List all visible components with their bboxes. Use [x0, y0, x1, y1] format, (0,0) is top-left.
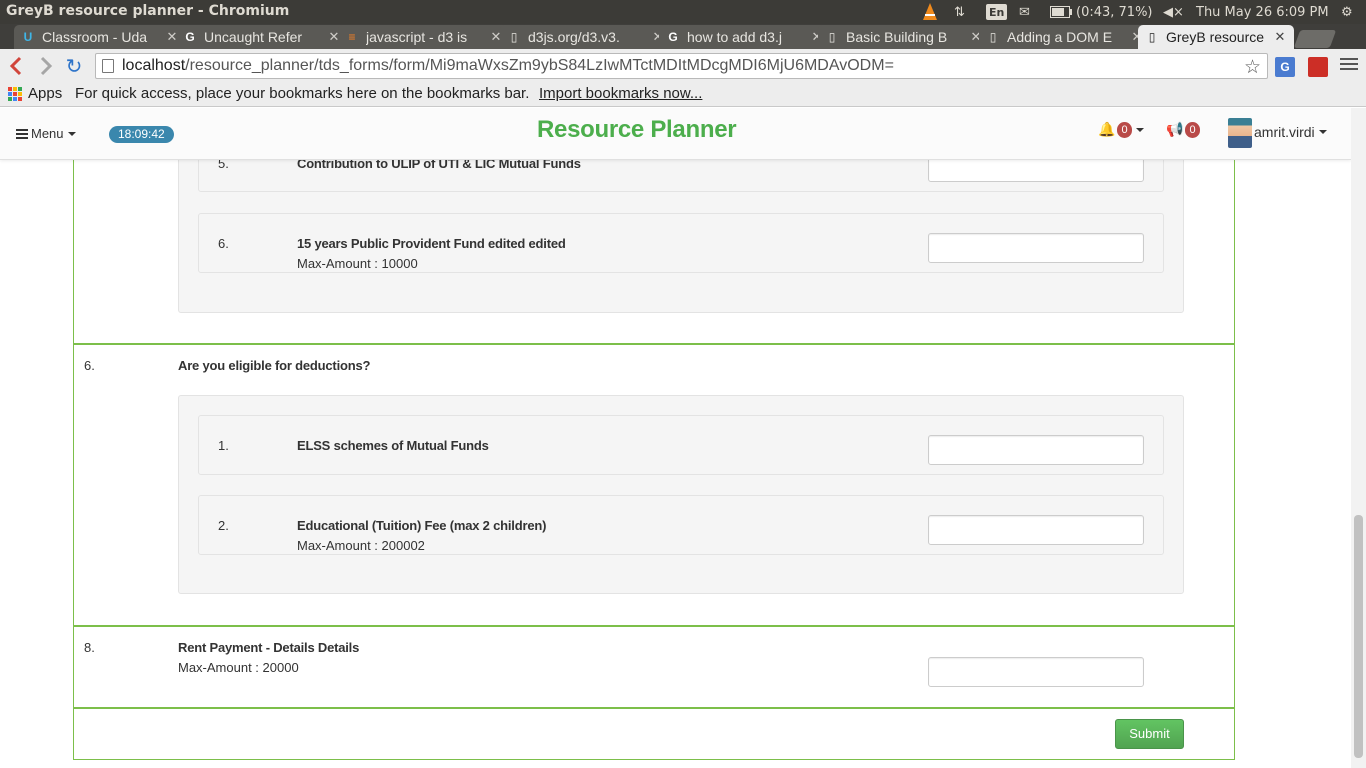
import-bookmarks-link[interactable]: Import bookmarks now...: [539, 85, 702, 102]
avatar[interactable]: [1228, 118, 1252, 148]
menu-label: Menu: [31, 126, 64, 141]
page-icon: ▯: [989, 30, 997, 44]
amount-input[interactable]: [928, 435, 1144, 465]
section-title: Rent Payment - Details Details: [178, 640, 360, 655]
amount-input[interactable]: [928, 515, 1144, 545]
amount-input[interactable]: [928, 657, 1144, 687]
tab-label: Uncaught Refer: [204, 29, 303, 45]
browser-tab[interactable]: G how to add d3.j ✕: [659, 25, 831, 49]
section-number: 8.: [84, 640, 95, 655]
reload-button[interactable]: ↻: [62, 54, 86, 78]
apps-grid-icon[interactable]: [8, 87, 22, 101]
browser-tab-active[interactable]: ▯ GreyB resource ✕: [1138, 25, 1294, 49]
bell-icon: 🔔: [1098, 121, 1116, 137]
page-icon: ▯: [1148, 30, 1156, 44]
browser-tab[interactable]: G Uncaught Refer ✕: [176, 25, 348, 49]
user-menu[interactable]: amrit.virdi: [1254, 124, 1327, 140]
section-divider: [73, 707, 1235, 709]
battery-indicator[interactable]: (0:43, 71%): [1050, 3, 1153, 21]
vlc-icon[interactable]: [922, 3, 938, 21]
browser-tab[interactable]: ≡ javascript - d3 is ✕: [338, 25, 510, 49]
url-host: localhost: [122, 57, 186, 74]
megaphone-icon: 📢: [1166, 121, 1184, 137]
section-divider: [73, 625, 1235, 627]
menu-button[interactable]: Menu: [16, 126, 76, 141]
browser-toolbar: ↻ localhost/resource_planner/tds_forms/f…: [0, 49, 1366, 83]
item-title: Educational (Tuition) Fee (max 2 childre…: [297, 518, 547, 533]
item-title: 15 years Public Provident Fund edited ed…: [297, 236, 566, 251]
scrollbar-thumb[interactable]: [1354, 515, 1363, 758]
announcements-button[interactable]: 📢 0: [1166, 121, 1200, 138]
list-icon: [16, 128, 28, 139]
network-transfer-icon[interactable]: ⇅: [954, 3, 965, 21]
item-title: ELSS schemes of Mutual Funds: [297, 438, 489, 453]
os-top-bar: GreyB resource planner - Chromium ⇅ En ✉…: [0, 0, 1366, 24]
mail-icon[interactable]: ✉: [1019, 3, 1030, 21]
back-button[interactable]: [4, 54, 28, 78]
tab-label: Adding a DOM E: [1007, 29, 1113, 45]
page-info-icon[interactable]: [102, 59, 114, 73]
google-icon: G: [668, 30, 678, 44]
submit-button[interactable]: Submit: [1115, 719, 1184, 749]
item-number: 6.: [218, 236, 229, 251]
gear-icon[interactable]: ⚙: [1341, 3, 1353, 21]
tab-label: how to add d3.j: [687, 29, 782, 45]
keyboard-language-indicator[interactable]: En: [986, 4, 1008, 20]
browser-tab[interactable]: ▯ Basic Building B ✕: [818, 25, 990, 49]
section-max-amount: Max-Amount : 20000: [178, 660, 299, 675]
section-number: 6.: [84, 358, 95, 373]
stackoverflow-icon: ≡: [348, 30, 356, 44]
section-divider: [73, 343, 1235, 345]
caret-down-icon: [1318, 130, 1327, 134]
item-max-amount: Max-Amount : 10000: [297, 256, 418, 271]
extension-icon[interactable]: [1308, 57, 1328, 77]
system-clock[interactable]: Thu May 26 6:09 PM: [1196, 3, 1329, 21]
bookmarks-bar: Apps For quick access, place your bookma…: [0, 83, 1366, 107]
tab-label: GreyB resource: [1166, 29, 1265, 45]
volume-muted-icon[interactable]: ◀×: [1163, 3, 1184, 21]
browser-tab[interactable]: ▯ Adding a DOM E ✕: [979, 25, 1151, 49]
browser-tab[interactable]: U Classroom - Uda ✕: [14, 25, 186, 49]
url-path: /resource_planner/tds_forms/form/Mi9maWx…: [185, 57, 894, 74]
bookmark-star-icon[interactable]: ☆: [1244, 56, 1261, 79]
google-icon: G: [185, 30, 195, 44]
section-title: Are you eligible for deductions?: [178, 358, 371, 373]
tab-label: d3js.org/d3.v3.: [528, 29, 620, 45]
username: amrit.virdi: [1254, 124, 1315, 140]
item-number: 2.: [218, 518, 229, 533]
clock-badge: 18:09:42: [109, 126, 174, 143]
tab-label: javascript - d3 is: [366, 29, 468, 45]
caret-down-icon: [1135, 127, 1144, 132]
amount-input[interactable]: [928, 233, 1144, 263]
notification-count: 0: [1117, 121, 1132, 138]
chrome-menu-icon[interactable]: [1340, 58, 1358, 76]
browser-tab[interactable]: ▯ d3js.org/d3.v3. ✕: [500, 25, 672, 49]
apps-link[interactable]: Apps: [28, 85, 62, 102]
tab-label: Classroom - Uda: [42, 29, 148, 45]
google-translate-icon[interactable]: G: [1275, 57, 1295, 77]
tab-strip: U Classroom - Uda ✕ G Uncaught Refer ✕ ≡…: [0, 24, 1366, 49]
new-tab-button[interactable]: [1293, 30, 1337, 48]
notifications-button[interactable]: 🔔 0: [1098, 121, 1144, 138]
page-icon: ▯: [510, 30, 518, 44]
caret-down-icon: [67, 131, 76, 136]
announcement-count: 0: [1185, 121, 1200, 138]
app-navbar: Menu 18:09:42 Resource Planner 🔔 0 📢 0 a…: [0, 108, 1351, 160]
brand-title[interactable]: Resource Planner: [537, 116, 737, 144]
item-max-amount: Max-Amount : 200002: [297, 538, 425, 553]
close-icon[interactable]: ✕: [1272, 29, 1288, 45]
battery-text: (0:43, 71%): [1076, 4, 1153, 20]
item-number: 1.: [218, 438, 229, 453]
bookmarks-hint: For quick access, place your bookmarks h…: [75, 85, 530, 102]
page-content: 5. Contribution to ULIP of UTI & LIC Mut…: [0, 108, 1366, 768]
page-icon: ▯: [828, 30, 836, 44]
window-title: GreyB resource planner - Chromium: [6, 3, 290, 19]
address-bar[interactable]: localhost/resource_planner/tds_forms/for…: [95, 53, 1268, 79]
forward-button[interactable]: [34, 54, 58, 78]
udacity-icon: U: [23, 30, 33, 44]
tab-label: Basic Building B: [846, 29, 948, 45]
